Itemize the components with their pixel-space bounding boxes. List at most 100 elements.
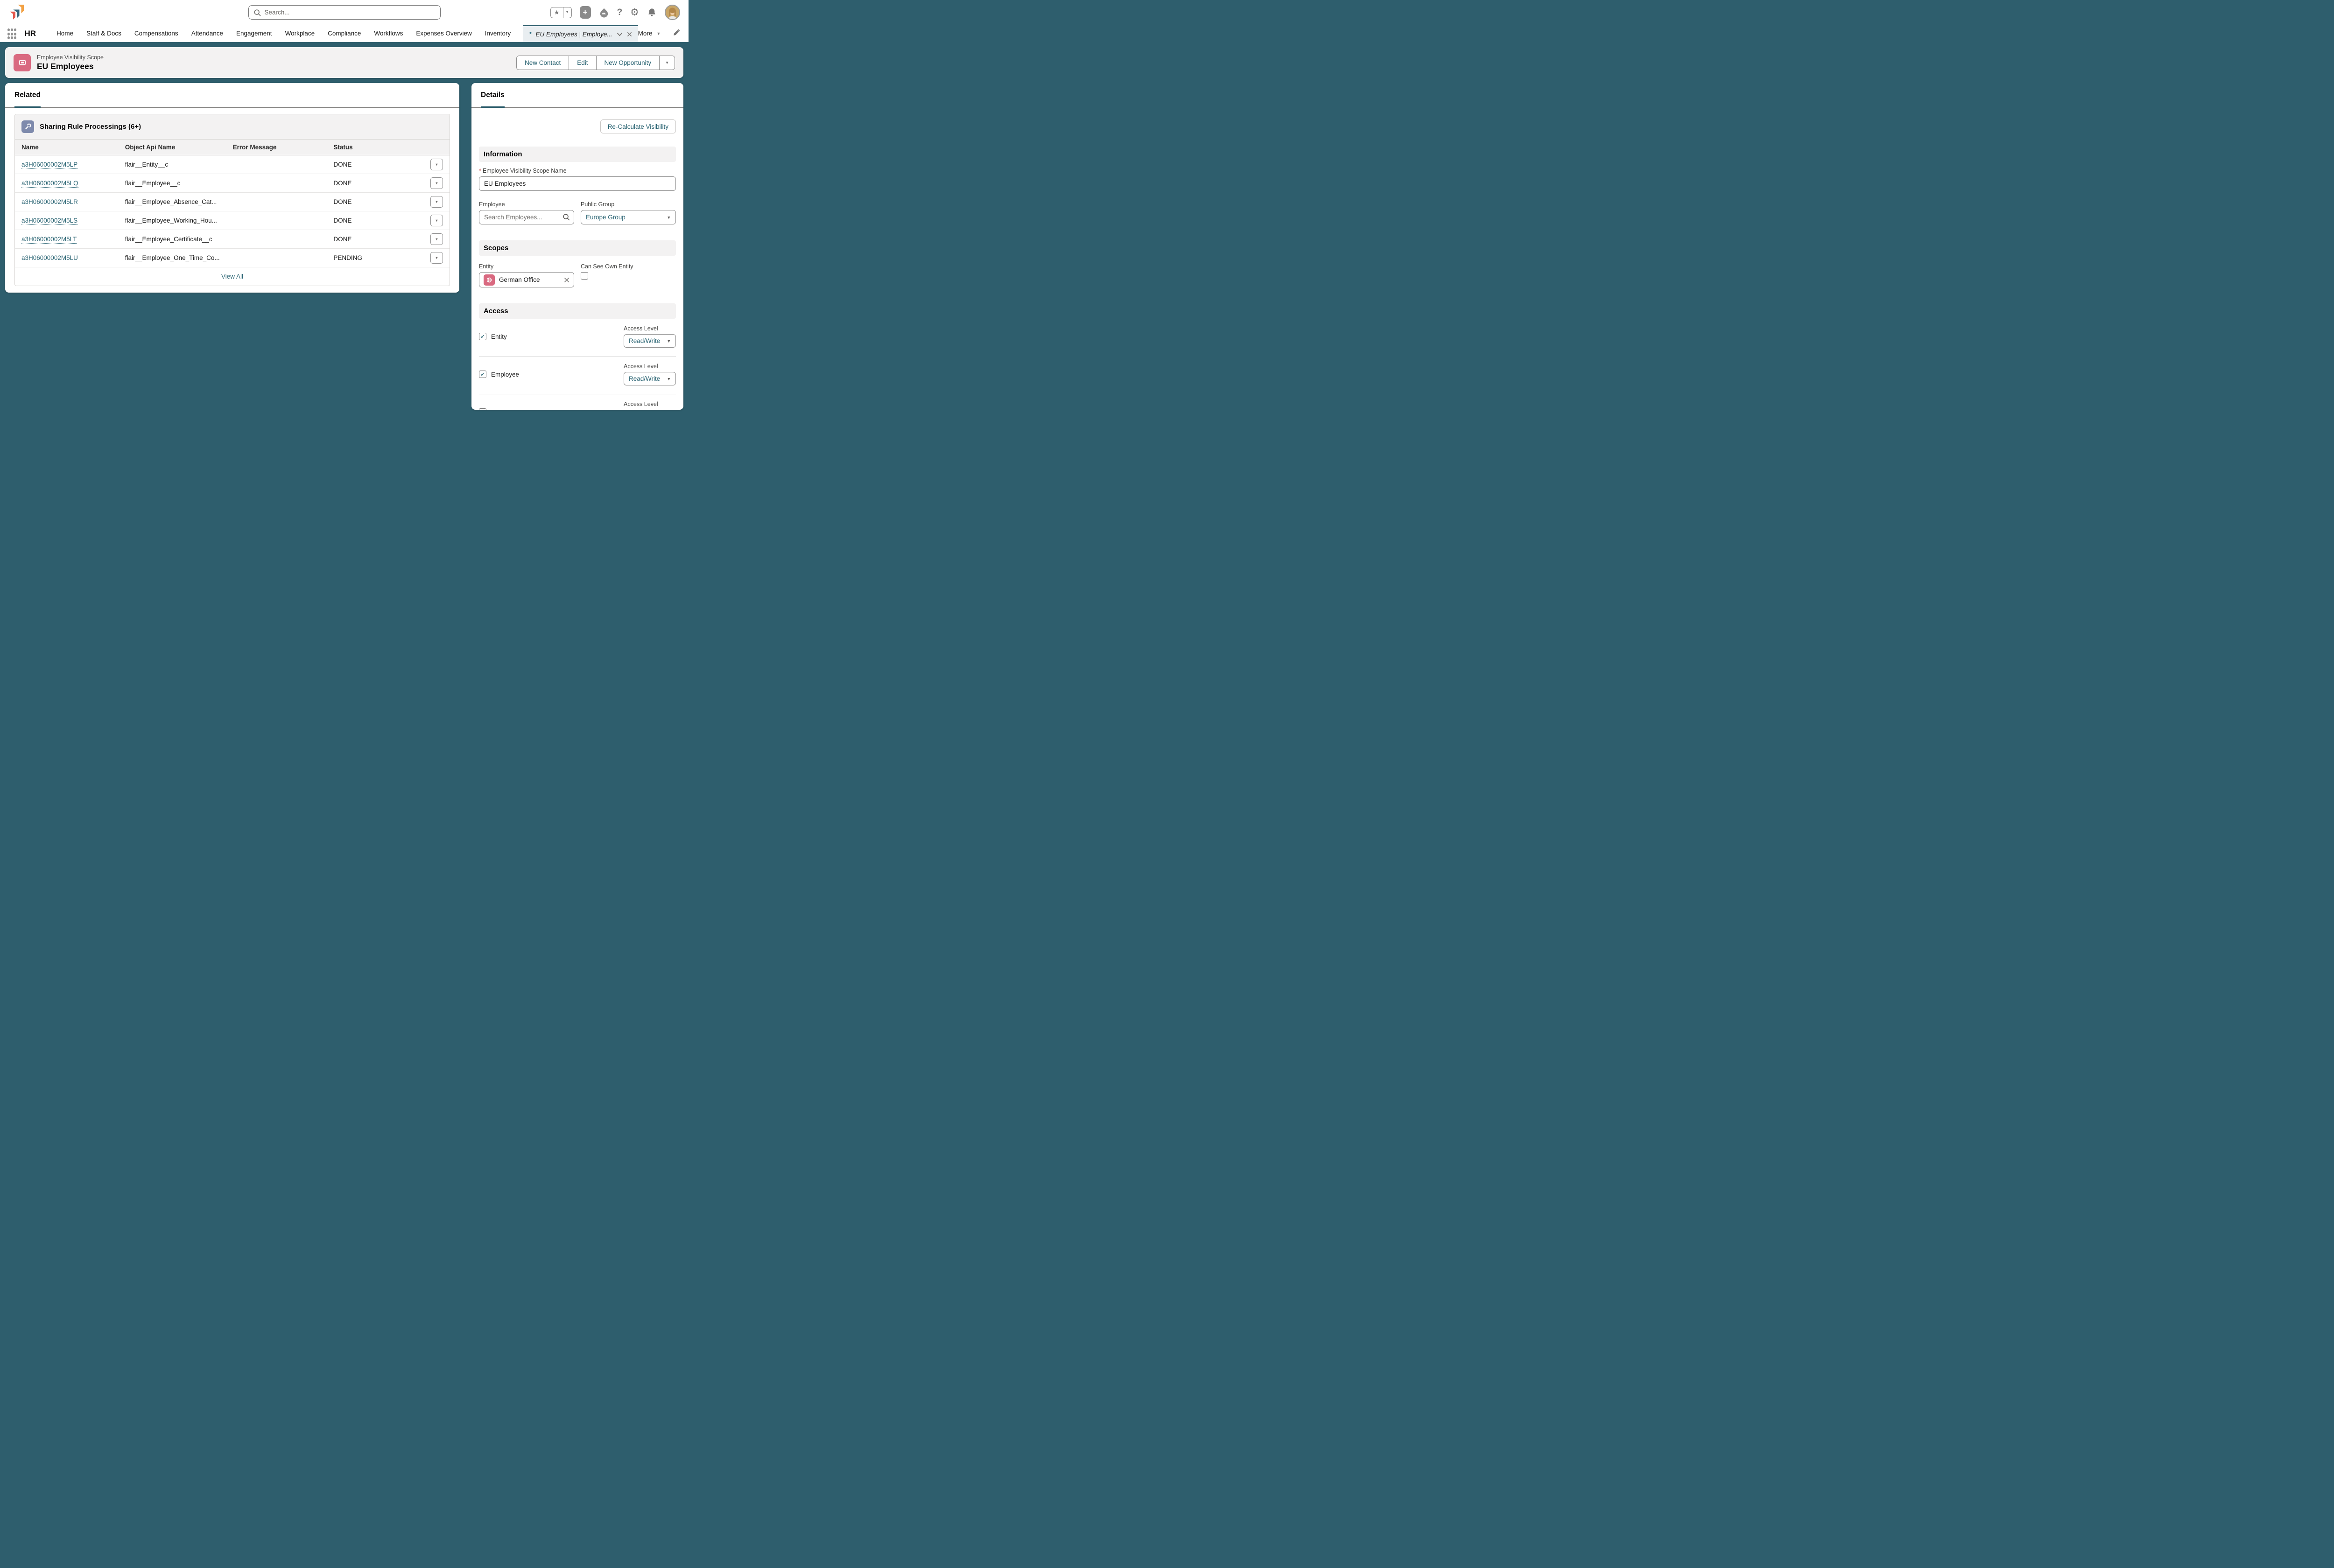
column-header-status: Status	[327, 140, 417, 155]
table-row: a3H06000002M5LU flair__Employee_One_Time_…	[15, 249, 450, 267]
recalculate-visibility-button[interactable]: Re-Calculate Visibility	[600, 119, 676, 133]
error-message-cell	[226, 249, 327, 267]
nav-tab-workplace[interactable]: Workplace	[279, 30, 322, 37]
row-actions-button[interactable]: ▼	[430, 177, 443, 189]
employee-field-label: Employee	[479, 201, 574, 208]
view-all-link[interactable]: View All	[221, 273, 243, 280]
favorites-button[interactable]: ★ ▼	[550, 7, 572, 18]
guidance-center-button[interactable]	[599, 7, 609, 18]
entity-pill[interactable]: German Office	[479, 272, 574, 287]
tab-details[interactable]: Details	[481, 91, 505, 108]
unsaved-indicator: *	[529, 31, 531, 38]
actions-cell: ▼	[417, 230, 450, 249]
record-actions-dropdown-button[interactable]: ▼	[660, 56, 675, 70]
navigation-bar: HR HomeStaff & DocsCompensationsAttendan…	[0, 25, 689, 42]
nav-tab-staff-docs[interactable]: Staff & Docs	[80, 30, 128, 37]
row-actions-button[interactable]: ▼	[430, 215, 443, 226]
column-header-name: Name	[15, 140, 119, 155]
name-cell: a3H06000002M5LQ	[15, 174, 119, 193]
details-tab-strip: Details	[471, 83, 683, 108]
help-button[interactable]: ?	[617, 7, 623, 18]
nav-tab-expenses-overview[interactable]: Expenses Overview	[409, 30, 478, 37]
employee-search-input[interactable]	[479, 210, 574, 224]
quick-create-plus-button[interactable]: +	[580, 6, 591, 19]
nav-tab-engagement[interactable]: Engagement	[230, 30, 279, 37]
access-rows: ✓EntityAccess LevelRead/Write▼✓EmployeeA…	[479, 319, 676, 410]
chevron-down-icon[interactable]	[617, 32, 623, 36]
record-link[interactable]: a3H06000002M5LP	[21, 161, 77, 169]
name-field-label: *Employee Visibility Scope Name	[479, 168, 676, 174]
can-see-own-entity-checkbox[interactable]	[581, 272, 588, 280]
remove-entity-x-icon[interactable]	[564, 277, 569, 283]
global-header: ★ ▼ + ? ⚙	[0, 0, 689, 25]
tab-related[interactable]: Related	[14, 91, 41, 108]
actions-cell: ▼	[417, 155, 450, 174]
row-actions-button[interactable]: ▼	[430, 252, 443, 264]
access-row-label: Entity	[491, 333, 507, 340]
employee-visibility-scope-icon	[14, 54, 31, 71]
user-avatar[interactable]	[665, 5, 680, 20]
access-level-select[interactable]: Read/Write▼	[624, 334, 676, 348]
app-name: HR	[25, 29, 36, 38]
record-link[interactable]: a3H06000002M5LS	[21, 217, 77, 225]
favorites-star-icon[interactable]: ★	[551, 7, 563, 18]
object-api-name-cell: flair__Employee_Working_Hou...	[119, 211, 226, 230]
error-message-cell	[226, 230, 327, 249]
select-caret-icon: ▼	[667, 215, 671, 220]
nav-tab-home[interactable]: Home	[50, 30, 80, 37]
bell-icon	[647, 7, 657, 17]
record-link[interactable]: a3H06000002M5LR	[21, 198, 78, 206]
nav-tab-compensations[interactable]: Compensations	[128, 30, 185, 37]
new-contact-button[interactable]: New Contact	[516, 56, 569, 70]
table-row: a3H06000002M5LS flair__Employee_Working_H…	[15, 211, 450, 230]
global-search[interactable]	[248, 5, 441, 20]
can-see-own-entity-label: Can See Own Entity	[581, 263, 676, 270]
status-cell: DONE	[327, 174, 417, 193]
more-tabs-button[interactable]: More ▼	[638, 30, 661, 37]
public-group-field-label: Public Group	[581, 201, 676, 208]
object-api-name-cell: flair__Employee_One_Time_Co...	[119, 249, 226, 267]
row-actions-button[interactable]: ▼	[430, 196, 443, 208]
setup-gear-button[interactable]: ⚙	[630, 7, 639, 17]
actions-cell: ▼	[417, 174, 450, 193]
new-opportunity-button[interactable]: New Opportunity	[597, 56, 660, 70]
active-tab-label: EU Employees | Employe...	[536, 31, 612, 38]
app-launcher-waffle-icon[interactable]	[7, 28, 16, 38]
scope-name-input[interactable]	[479, 176, 676, 191]
trailhead-icon	[599, 7, 609, 18]
notifications-bell-button[interactable]	[647, 7, 657, 17]
row-actions-button[interactable]: ▼	[430, 159, 443, 170]
record-link[interactable]: a3H06000002M5LU	[21, 254, 78, 262]
search-input[interactable]	[265, 9, 436, 16]
access-checkbox[interactable]: ✓	[479, 333, 486, 340]
search-icon	[253, 9, 261, 16]
edit-nav-pencil-icon[interactable]	[673, 28, 681, 39]
close-tab-icon[interactable]	[627, 32, 632, 37]
table-row: a3H06000002M5LTflair__Employee_Certifica…	[15, 230, 450, 249]
record-link[interactable]: a3H06000002M5LT	[21, 236, 77, 244]
name-cell: a3H06000002M5LS	[15, 211, 119, 230]
status-cell: DONE	[327, 211, 417, 230]
access-checkbox[interactable]: ✓	[479, 408, 486, 410]
nav-tab-compliance[interactable]: Compliance	[321, 30, 367, 37]
name-cell: a3H06000002M5LU	[15, 249, 119, 267]
sharing-rule-processings-card: Sharing Rule Processings (6+) NameObject…	[14, 114, 450, 286]
access-level-label: Access Level	[624, 401, 676, 407]
public-group-select[interactable]: Europe Group ▼	[581, 210, 676, 224]
header-icon-row: ★ ▼ + ? ⚙	[550, 5, 680, 20]
related-list-header: Sharing Rule Processings (6+)	[15, 114, 450, 140]
nav-tab-attendance[interactable]: Attendance	[185, 30, 230, 37]
row-actions-button[interactable]: ▼	[430, 233, 443, 245]
more-caret-icon: ▼	[656, 31, 661, 36]
edit-button[interactable]: Edit	[569, 56, 596, 70]
record-link[interactable]: a3H06000002M5LQ	[21, 180, 78, 188]
nav-tab-inventory[interactable]: Inventory	[478, 30, 518, 37]
access-level-select[interactable]: Read/Write▼	[624, 372, 676, 385]
section-access: Access	[479, 303, 676, 319]
actions-cell: ▼	[417, 249, 450, 267]
tab-eu-employees-active[interactable]: * EU Employees | Employe...	[523, 25, 638, 42]
favorites-dropdown-icon[interactable]: ▼	[563, 7, 571, 18]
access-checkbox[interactable]: ✓	[479, 371, 486, 378]
nav-tab-workflows[interactable]: Workflows	[367, 30, 409, 37]
details-panel: Details Re-Calculate Visibility Informat…	[471, 83, 683, 410]
